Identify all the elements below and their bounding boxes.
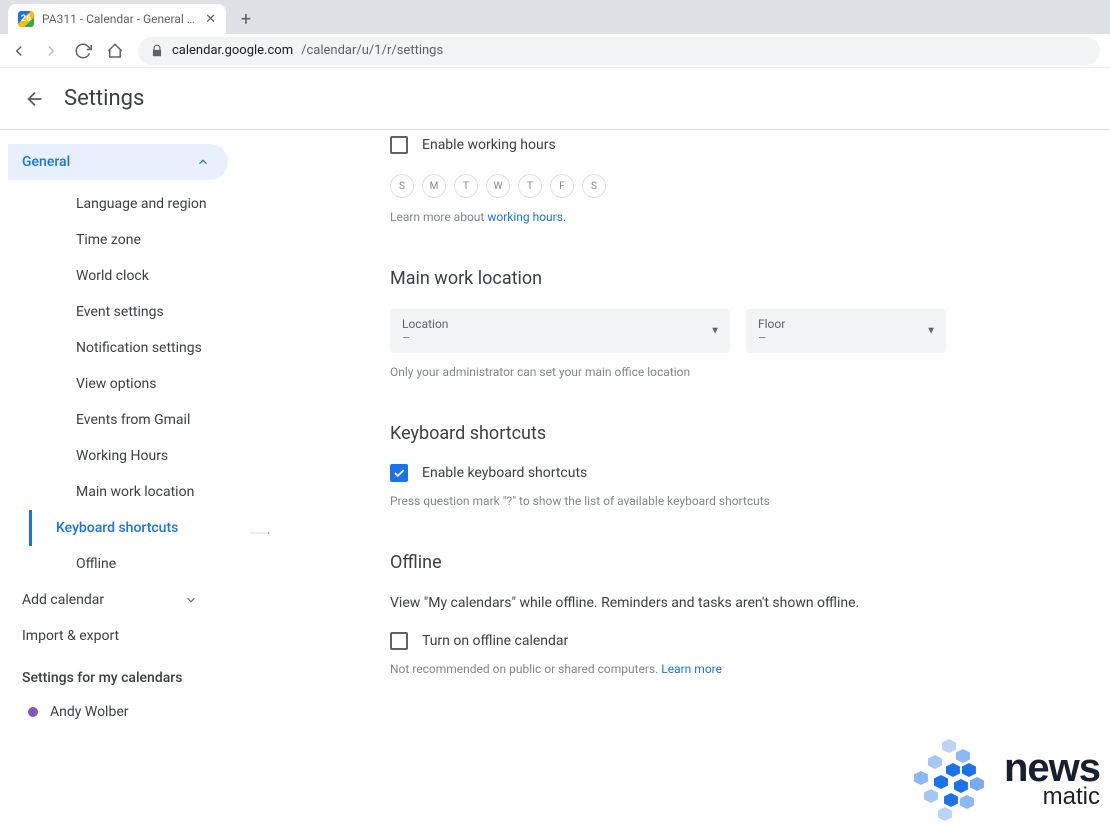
new-tab-button[interactable]: + — [232, 5, 260, 33]
sidebar-item-events-from-gmail[interactable]: Events from Gmail — [29, 402, 260, 438]
calendar-color-dot — [28, 707, 38, 717]
sidebar-import-export[interactable]: Import & export — [8, 618, 260, 654]
section-working-hours: Enable working hours S M T W T F S Learn… — [390, 136, 1090, 224]
sidebar-section-label: General — [22, 154, 70, 170]
main-content: Enable working hours S M T W T F S Learn… — [260, 130, 1110, 728]
chevron-down-icon — [184, 593, 198, 607]
location-select-label: Location — [402, 317, 718, 331]
working-hours-helper: Learn more about working hours. — [390, 210, 1090, 224]
enable-working-hours-checkbox[interactable] — [390, 136, 408, 154]
home-icon[interactable] — [106, 42, 124, 60]
forward-icon[interactable] — [42, 42, 60, 60]
work-location-helper: Only your administrator can set your mai… — [390, 365, 1090, 379]
offline-description: View "My calendars" while offline. Remin… — [390, 593, 1090, 614]
browser-tab[interactable]: 26 PA311 - Calendar - General settin ✕ — [8, 4, 226, 34]
calendar-name: Andy Wolber — [50, 704, 128, 720]
content-area: General Language and region Time zone Wo… — [0, 130, 1110, 728]
sidebar-item-main-work-location[interactable]: Main work location — [29, 474, 260, 510]
section-keyboard-shortcuts: Keyboard shortcuts Enable keyboard short… — [390, 423, 1090, 508]
enable-keyboard-shortcuts-checkbox[interactable] — [390, 464, 408, 482]
offline-helper: Not recommended on public or shared comp… — [390, 662, 1090, 676]
reload-icon[interactable] — [74, 42, 92, 60]
watermark-text: news matic — [1004, 746, 1100, 811]
day-mon[interactable]: M — [422, 174, 446, 198]
floor-select[interactable]: Floor – ▼ — [746, 309, 946, 353]
enable-keyboard-shortcuts-label: Enable keyboard shortcuts — [422, 465, 587, 481]
offline-learn-more-link[interactable]: Learn more — [661, 662, 722, 676]
working-hours-link[interactable]: working hours. — [487, 210, 566, 224]
turn-on-offline-label: Turn on offline calendar — [422, 633, 568, 649]
sidebar-my-calendars-heading: Settings for my calendars — [8, 654, 260, 696]
url-domain: calendar.google.com — [172, 43, 293, 58]
address-bar[interactable]: calendar.google.com/calendar/u/1/r/setti… — [138, 37, 1100, 65]
keyboard-shortcuts-helper: Press question mark "?" to show the list… — [390, 494, 1090, 508]
sidebar-item-event-settings[interactable]: Event settings — [29, 294, 260, 330]
sidebar-section-general[interactable]: General — [8, 144, 228, 180]
watermark-graphic — [904, 733, 994, 823]
location-select[interactable]: Location – ▼ — [390, 309, 730, 353]
enable-working-hours-row[interactable]: Enable working hours — [390, 136, 1090, 154]
work-location-title: Main work location — [390, 268, 1090, 289]
tab-strip: 26 PA311 - Calendar - General settin ✕ + — [0, 0, 1110, 34]
browser-chrome: 26 PA311 - Calendar - General settin ✕ +… — [0, 0, 1110, 68]
day-sat[interactable]: S — [582, 174, 606, 198]
settings-back-button[interactable] — [24, 88, 46, 110]
day-tue[interactable]: T — [454, 174, 478, 198]
enable-working-hours-label: Enable working hours — [422, 137, 556, 153]
browser-toolbar: calendar.google.com/calendar/u/1/r/setti… — [0, 34, 1110, 68]
lock-icon — [150, 44, 164, 58]
chevron-up-icon — [196, 155, 210, 169]
day-fri[interactable]: F — [550, 174, 574, 198]
sidebar-item-time-zone[interactable]: Time zone — [29, 222, 260, 258]
dropdown-arrow-icon: ▼ — [710, 326, 720, 337]
back-icon[interactable] — [10, 42, 28, 60]
sidebar-calendar-item[interactable]: Andy Wolber — [8, 696, 260, 728]
section-main-work-location: Main work location Location – ▼ Floor – … — [390, 268, 1090, 379]
annotation-arrow — [160, 532, 360, 534]
settings-header: Settings — [0, 68, 1110, 130]
settings-sidebar: General Language and region Time zone Wo… — [0, 130, 260, 728]
day-sun[interactable]: S — [390, 174, 414, 198]
sidebar-add-calendar-label: Add calendar — [22, 592, 104, 608]
section-offline: Offline View "My calendars" while offlin… — [390, 552, 1090, 676]
sidebar-item-view-options[interactable]: View options — [29, 366, 260, 402]
close-tab-icon[interactable]: ✕ — [205, 12, 216, 27]
sidebar-item-working-hours[interactable]: Working Hours — [29, 438, 260, 474]
tab-title: PA311 - Calendar - General settin — [42, 12, 197, 26]
sidebar-item-notification-settings[interactable]: Notification settings — [29, 330, 260, 366]
keyboard-shortcuts-title: Keyboard shortcuts — [390, 423, 1090, 444]
sidebar-add-calendar[interactable]: Add calendar — [8, 582, 238, 618]
day-thu[interactable]: T — [518, 174, 542, 198]
floor-select-label: Floor — [758, 317, 934, 331]
url-path: /calendar/u/1/r/settings — [301, 43, 443, 58]
offline-title: Offline — [390, 552, 1090, 573]
floor-select-value: – — [758, 331, 934, 346]
sidebar-item-world-clock[interactable]: World clock — [29, 258, 260, 294]
turn-on-offline-row[interactable]: Turn on offline calendar — [390, 632, 1090, 650]
sidebar-item-keyboard-shortcuts[interactable]: Keyboard shortcuts — [29, 510, 260, 546]
day-circles: S M T W T F S — [390, 174, 1090, 198]
day-wed[interactable]: W — [486, 174, 510, 198]
sidebar-item-language-region[interactable]: Language and region — [29, 186, 260, 222]
location-select-value: – — [402, 331, 718, 346]
calendar-favicon: 26 — [18, 11, 34, 27]
turn-on-offline-checkbox[interactable] — [390, 632, 408, 650]
dropdown-arrow-icon: ▼ — [926, 326, 936, 337]
enable-keyboard-shortcuts-row[interactable]: Enable keyboard shortcuts — [390, 464, 1090, 482]
page-title: Settings — [64, 86, 144, 111]
sidebar-item-offline[interactable]: Offline — [29, 546, 260, 582]
watermark: news matic — [904, 733, 1100, 823]
